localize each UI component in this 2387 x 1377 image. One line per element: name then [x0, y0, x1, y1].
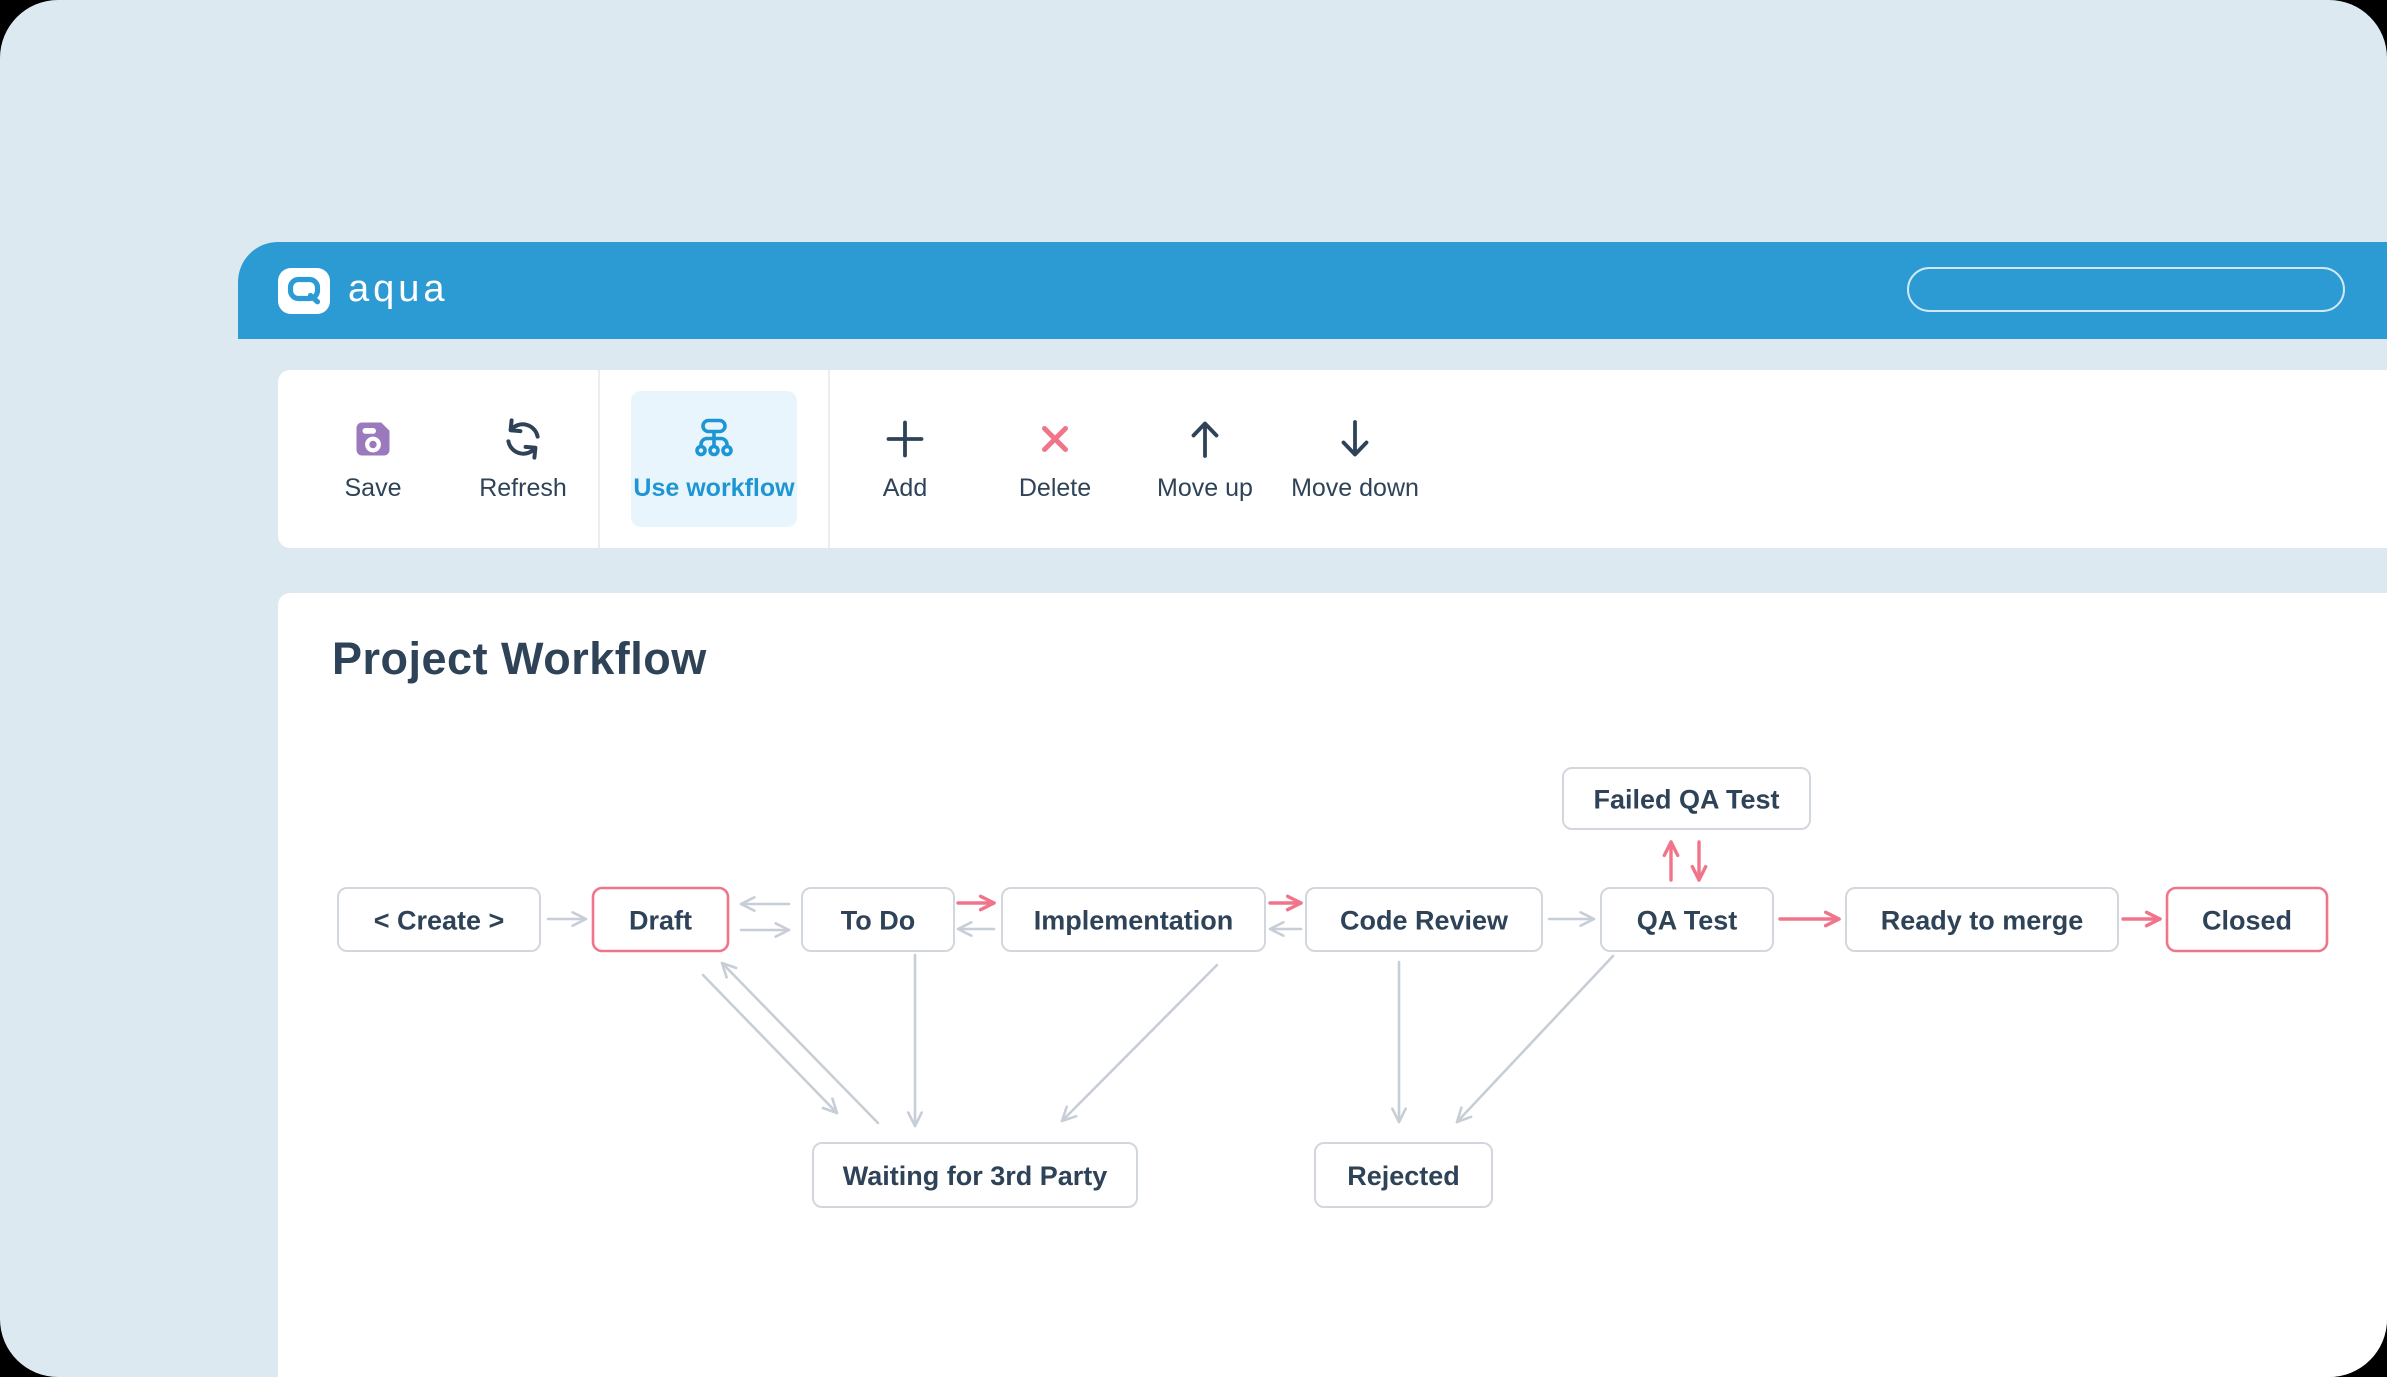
move-down-button[interactable]: Move down	[1280, 384, 1430, 534]
x-icon	[1031, 415, 1079, 463]
search-input[interactable]	[1907, 267, 2345, 312]
app-logo: aqua	[277, 267, 449, 315]
workflow-node-code_review[interactable]: Code Review	[1306, 888, 1542, 951]
workflow-node-qa_test[interactable]: QA Test	[1601, 888, 1773, 951]
use-workflow-label: Use workflow	[633, 474, 794, 503]
app-screenshot: aqua Save Refresh Use workflow	[0, 0, 2387, 1377]
workflow-node-label: Rejected	[1347, 1161, 1460, 1191]
workflow-node-label: To Do	[841, 906, 915, 936]
workflow-node-label: Implementation	[1034, 906, 1234, 936]
workflow-node-label: QA Test	[1637, 906, 1738, 936]
workflow-node-failed_qa_test[interactable]: Failed QA Test	[1563, 768, 1810, 829]
aqua-logo-icon	[277, 267, 331, 315]
plus-icon	[881, 415, 929, 463]
workflow-node-implementation[interactable]: Implementation	[1002, 888, 1265, 951]
arrow-down-icon	[1331, 415, 1379, 463]
workflow-node-label: Ready to merge	[1881, 906, 2084, 936]
move-up-button[interactable]: Move up	[1130, 384, 1280, 534]
app-logo-text: aqua	[348, 270, 449, 312]
toolbar: Save Refresh Use workflow Add Delete	[278, 370, 2387, 548]
workflow-node-label: Code Review	[1340, 906, 1509, 936]
refresh-label: Refresh	[479, 474, 567, 503]
page-title: Project Workflow	[332, 633, 707, 685]
app-header: aqua	[238, 242, 2387, 339]
workflow-node-label: Draft	[629, 906, 692, 936]
move-up-label: Move up	[1157, 474, 1253, 503]
workflow-node-create[interactable]: < Create >	[338, 888, 540, 951]
toolbar-divider	[598, 370, 600, 548]
delete-button[interactable]: Delete	[980, 384, 1130, 534]
save-label: Save	[345, 474, 402, 503]
workflow-node-label: Failed QA Test	[1593, 785, 1779, 815]
workflow-node-ready_to_merge[interactable]: Ready to merge	[1846, 888, 2118, 951]
add-button[interactable]: Add	[830, 384, 980, 534]
workflow-node-to_do[interactable]: To Do	[802, 888, 954, 951]
content-panel: Project Workflow	[278, 593, 2387, 1377]
add-label: Add	[883, 474, 927, 503]
workflow-node-label: Closed	[2202, 906, 2292, 936]
workflow-node-label: < Create >	[374, 906, 505, 936]
save-icon	[349, 415, 397, 463]
workflow-node-label: Waiting for 3rd Party	[843, 1161, 1108, 1191]
refresh-button[interactable]: Refresh	[448, 384, 598, 534]
save-button[interactable]: Save	[298, 384, 448, 534]
workflow-node-closed[interactable]: Closed	[2167, 888, 2327, 951]
refresh-icon	[499, 415, 547, 463]
move-down-label: Move down	[1291, 474, 1419, 503]
workflow-node-draft[interactable]: Draft	[593, 888, 728, 951]
arrow-up-icon	[1181, 415, 1229, 463]
workflow-node-waiting_3rd_party[interactable]: Waiting for 3rd Party	[813, 1143, 1137, 1207]
use-workflow-button[interactable]: Use workflow	[631, 391, 797, 527]
workflow-node-rejected[interactable]: Rejected	[1315, 1143, 1492, 1207]
delete-label: Delete	[1019, 474, 1091, 503]
workflow-icon	[690, 415, 738, 463]
